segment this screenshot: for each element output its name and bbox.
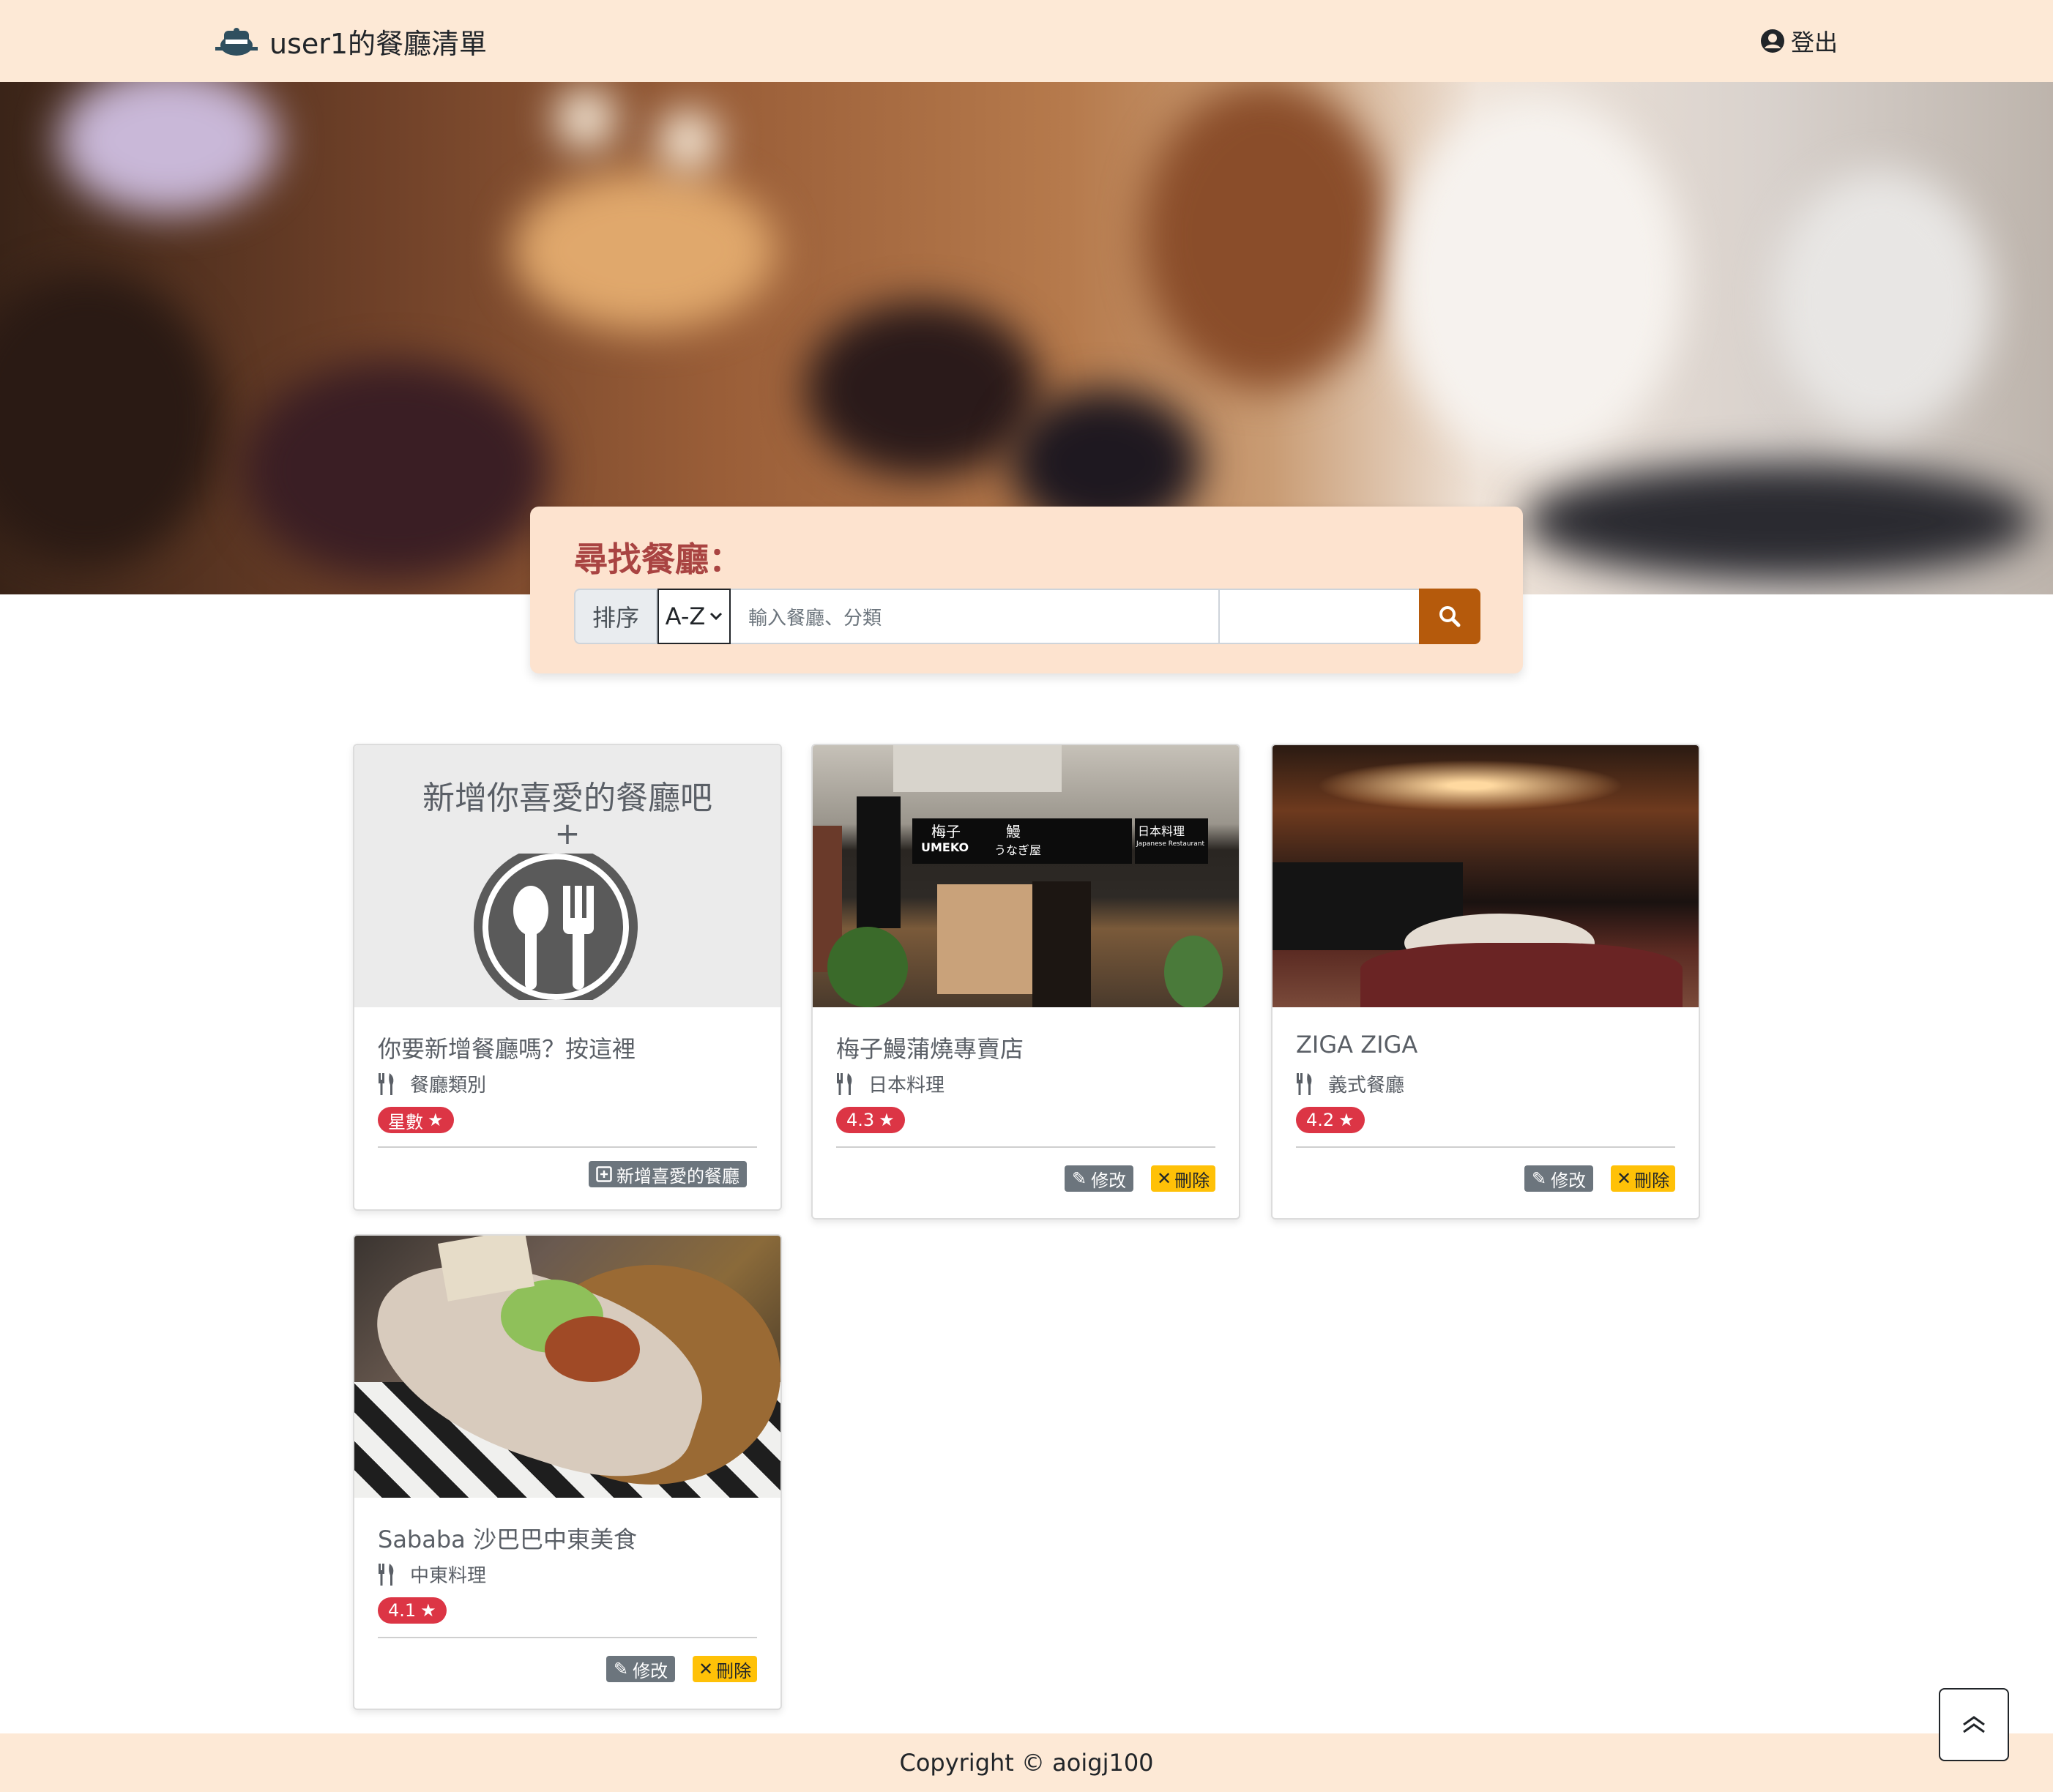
search-title: 尋找餐廳： <box>574 540 742 579</box>
restaurant-category: 日本料理 <box>836 1070 944 1097</box>
delete-button-label: 刪除 <box>716 1660 752 1681</box>
times-icon: ✕ <box>698 1659 714 1679</box>
sort-select[interactable]: A-Z <box>657 589 731 644</box>
add-card-banner: 新增你喜愛的餐廳吧 + <box>354 745 780 1007</box>
card-divider <box>1296 1146 1675 1148</box>
search-button[interactable] <box>1419 589 1480 644</box>
restaurant-name: Sababa 沙巴巴中東美食 <box>378 1526 637 1553</box>
double-chevron-up-icon <box>1963 1716 1985 1733</box>
rating-badge: 星數 ★ <box>378 1107 454 1133</box>
times-icon: ✕ <box>1617 1168 1632 1189</box>
utensils-icon <box>837 1072 852 1095</box>
plus-square-icon <box>596 1166 612 1182</box>
navbar: user1的餐廳清單 登出 <box>0 0 2053 82</box>
restaurant-photo[interactable] <box>1273 745 1699 1007</box>
rating-value: 4.2 <box>1306 1110 1335 1130</box>
search-icon <box>1439 606 1461 627</box>
restaurant-card[interactable]: ZIGA ZIGA 義式餐廳 4.2 ★ ✎ 修改 ✕ 刪除 <box>1271 744 1700 1220</box>
edit-icon: ✎ <box>1072 1168 1087 1189</box>
edit-icon: ✎ <box>614 1659 629 1679</box>
add-card-heading: 新增你喜愛的餐廳吧 <box>422 780 712 817</box>
star-icon: ★ <box>428 1110 444 1130</box>
add-card-title: 你要新增餐廳嗎？按這裡 <box>378 1035 636 1063</box>
sign-umeko: 梅子 <box>931 823 961 840</box>
edit-icon: ✎ <box>1532 1168 1547 1189</box>
sort-selected-value: A-Z <box>665 602 706 630</box>
sign-unagi-ya: うなぎ屋 <box>994 843 1042 857</box>
restaurant-category-label: 中東料理 <box>410 1565 487 1587</box>
rating-value: 4.1 <box>388 1600 417 1621</box>
utensils-icon <box>379 1563 394 1586</box>
sort-label: 排序 <box>574 589 657 644</box>
delete-button[interactable]: ✕ 刪除 <box>693 1656 758 1682</box>
star-icon: ★ <box>879 1110 895 1130</box>
restaurant-card[interactable]: Sababa 沙巴巴中東美食 中東料理 4.1 ★ ✎ 修改 ✕ 刪除 <box>353 1234 782 1710</box>
restaurant-category: 中東料理 <box>378 1561 486 1588</box>
utensils-icon <box>1297 1072 1312 1095</box>
card-divider <box>378 1146 757 1148</box>
search-panel: 尋找餐廳： 排序 A-Z 輸入餐廳、分類 <box>530 507 1523 673</box>
restaurant-category-label: 日本料理 <box>868 1075 945 1097</box>
utensils-icon <box>379 1072 394 1095</box>
plate-utensils-icon <box>474 854 638 1000</box>
times-icon: ✕ <box>1157 1168 1172 1189</box>
restaurant-name: ZIGA ZIGA <box>1296 1031 1418 1059</box>
rating-badge: 4.2 ★ <box>1296 1107 1365 1133</box>
delete-button[interactable]: ✕ 刪除 <box>1151 1165 1216 1192</box>
rating-badge: 4.1 ★ <box>378 1597 447 1624</box>
logout-link[interactable]: 登出 <box>1760 23 1838 59</box>
edit-button-label: 修改 <box>633 1660 668 1681</box>
rating-badge: 4.3 ★ <box>836 1107 905 1133</box>
sign-umeko-en: UMEKO <box>921 840 969 854</box>
rating-value: 星數 <box>388 1111 423 1132</box>
sign-japanese: Japanese Restaurant <box>1136 840 1204 848</box>
restaurant-category-label: 義式餐廳 <box>1328 1075 1405 1097</box>
add-card-category-label: 餐廳類別 <box>410 1075 487 1097</box>
add-card-plus: + <box>554 815 581 851</box>
chevron-down-icon <box>710 612 723 621</box>
edit-button-label: 修改 <box>1091 1170 1127 1191</box>
restaurant-logo-icon <box>215 28 258 56</box>
restaurant-card[interactable]: 梅子 UMEKO 鰻 うなぎ屋 日本料理 Japanese Restaurant… <box>811 744 1240 1220</box>
add-card-category: 餐廳類別 <box>378 1070 486 1097</box>
logout-label: 登出 <box>1791 29 1838 56</box>
edit-button[interactable]: ✎ 修改 <box>1065 1165 1134 1192</box>
brand-title: user1的餐廳清單 <box>269 27 488 60</box>
sign-unagi: 鰻 <box>1006 823 1021 840</box>
brand[interactable]: user1的餐廳清單 <box>214 20 487 61</box>
restaurant-name: 梅子鰻蒲燒專賣店 <box>836 1035 1024 1063</box>
restaurant-photo[interactable] <box>354 1236 780 1498</box>
delete-button-label: 刪除 <box>1174 1170 1210 1191</box>
add-restaurant-button-label: 新增喜愛的餐廳 <box>616 1165 739 1187</box>
user-circle-icon <box>1761 29 1784 53</box>
edit-button-label: 修改 <box>1551 1170 1587 1191</box>
add-restaurant-button[interactable]: 新增喜愛的餐廳 <box>589 1161 747 1187</box>
restaurant-photo[interactable]: 梅子 UMEKO 鰻 うなぎ屋 日本料理 Japanese Restaurant <box>813 745 1239 1007</box>
add-restaurant-card[interactable]: 新增你喜愛的餐廳吧 + 你要新增餐廳嗎？按這裡 餐廳類別 星數 ★ 新增喜愛的餐… <box>353 744 782 1211</box>
star-icon: ★ <box>420 1600 436 1621</box>
edit-button[interactable]: ✎ 修改 <box>1524 1165 1594 1192</box>
footer: Copyright © aoigj100 <box>0 1733 2053 1792</box>
scroll-to-top-button[interactable] <box>1939 1688 2009 1761</box>
delete-button[interactable]: ✕ 刪除 <box>1611 1165 1676 1192</box>
copyright-text: Copyright © aoigj100 <box>899 1749 1154 1777</box>
edit-button[interactable]: ✎ 修改 <box>606 1656 676 1682</box>
restaurant-category: 義式餐廳 <box>1296 1070 1404 1097</box>
card-divider <box>378 1637 757 1638</box>
search-input-extension[interactable] <box>1220 589 1419 644</box>
sign-nihon: 日本料理 <box>1138 824 1185 838</box>
delete-button-label: 刪除 <box>1634 1170 1670 1191</box>
rating-value: 4.3 <box>846 1110 875 1130</box>
search-placeholder: 輸入餐廳、分類 <box>748 607 882 630</box>
search-input[interactable]: 輸入餐廳、分類 <box>731 589 1220 644</box>
card-divider <box>836 1146 1215 1148</box>
star-icon: ★ <box>1338 1110 1355 1130</box>
